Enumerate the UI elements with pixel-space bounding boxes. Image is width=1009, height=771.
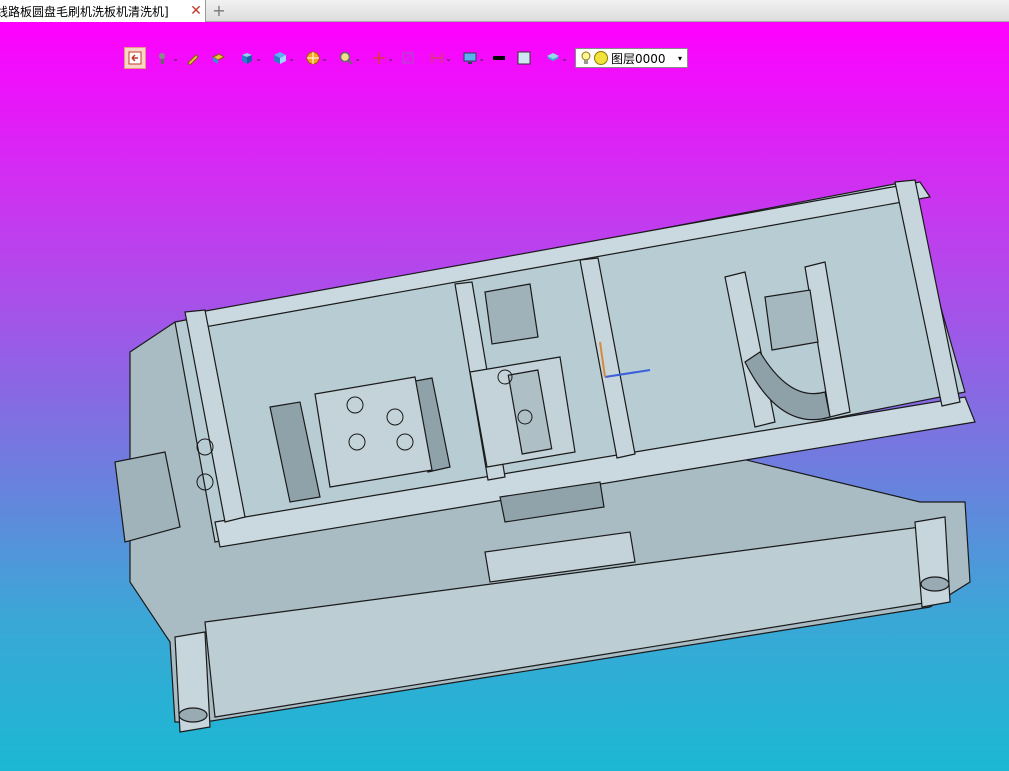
cube-icon [242,53,252,64]
layer-selector[interactable]: 图层0000 ▾ [575,48,688,68]
layer-visibility-icon [594,51,608,65]
cleaning-plate [314,376,433,488]
new-tab-button[interactable]: + [210,0,228,22]
line-style-icon [493,56,505,60]
sketch-button[interactable] [182,47,204,69]
chevron-down-icon: ⌄ [255,54,262,63]
chevron-down-icon: ⌄ [387,54,394,63]
chevron-down-icon: ⌄ [172,54,179,63]
line-style-button[interactable] [488,47,510,69]
standard-view-button[interactable]: ⌄ [265,47,295,69]
pencil-icon [187,54,199,65]
exit-sketch-button[interactable] [124,47,146,69]
chevron-down-icon: ⌄ [321,54,328,63]
layers-icon [547,53,559,61]
pick-filter-button[interactable]: ⌄ [149,47,179,69]
lightbulb-icon [581,51,591,64]
triad-button[interactable]: ⌄ [364,47,394,69]
caster-foot [920,576,950,592]
layer-selector-value: 图层0000 [611,51,666,66]
monitor-icon [463,52,477,64]
document-tab[interactable]: 线路板圆盘毛刷机洗板机清洗机] ✕ [0,0,206,22]
3d-viewport[interactable]: ⌄ ⌄ ⌄ ⌄ ⌄ ⌄ ⌄ ⌄ ⌄ 图层0000 ▾ [0,22,1009,771]
document-tab-bar: 线路板圆盘毛刷机洗板机清洗机] ✕ + [0,0,1009,22]
render-sphere-icon [306,51,320,65]
chevron-down-icon: ⌄ [354,54,361,63]
layer-manager-button[interactable]: ⌄ [538,47,568,69]
magnifier-icon [339,51,353,65]
caster-foot [178,707,208,723]
chevron-down-icon: ⌄ [288,54,295,63]
color-button[interactable] [513,47,535,69]
section-view-button[interactable] [397,47,419,69]
chevron-down-icon: ⌄ [478,54,485,63]
extrude-button[interactable] [207,47,229,69]
exit-icon [128,51,142,65]
chevron-down-icon[interactable]: ▾ [673,54,687,63]
section-icon [402,52,414,64]
view-toolbar: ⌄ ⌄ ⌄ ⌄ ⌄ ⌄ ⌄ ⌄ ⌄ 图层0000 ▾ [124,46,688,70]
dimension-button[interactable]: ⌄ [422,47,452,69]
dimension-icon [431,53,443,63]
document-tab-title: 线路板圆盘毛刷机洗板机清洗机] [0,4,169,19]
triad-icon [373,52,385,64]
display-settings-button[interactable]: ⌄ [455,47,485,69]
pick-filter-icon [159,53,165,64]
machine-3d-model [114,179,976,733]
chevron-down-icon: ⌄ [445,54,452,63]
gear-motor [764,289,819,351]
render-mode-button[interactable]: ⌄ [298,47,328,69]
extrude-icon [211,53,225,64]
zoom-button[interactable]: ⌄ [331,47,361,69]
chevron-down-icon: ⌄ [561,54,568,63]
close-icon[interactable]: ✕ [187,3,205,19]
color-swatch-icon [517,51,531,65]
view-cube-icon [274,52,286,64]
motor-assembly [484,283,539,345]
solid-display-button[interactable]: ⌄ [232,47,262,69]
